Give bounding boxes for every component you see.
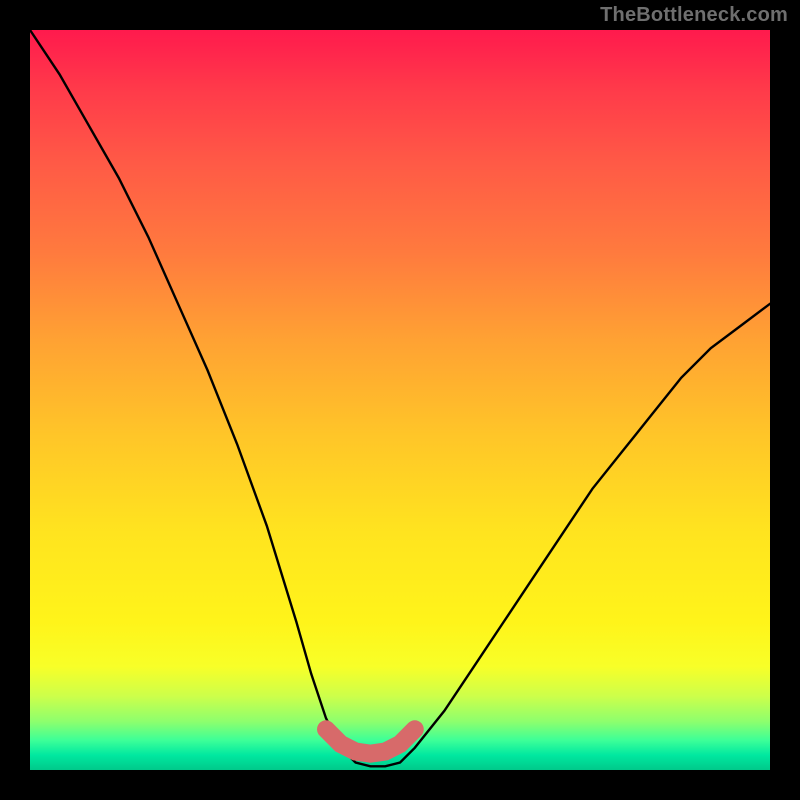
watermark-text: TheBottleneck.com [600, 4, 788, 27]
optimal-marker [326, 729, 415, 753]
chart-frame: TheBottleneck.com [0, 0, 800, 800]
curve-layer [30, 30, 770, 770]
plot-area [30, 30, 770, 770]
bottleneck-curve [30, 30, 770, 766]
